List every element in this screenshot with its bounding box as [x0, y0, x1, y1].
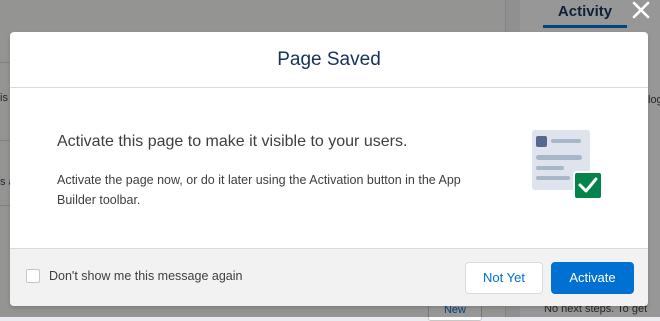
- not-yet-button[interactable]: Not Yet: [465, 262, 543, 294]
- modal-title: Page Saved: [277, 48, 381, 70]
- modal-footer: Don't show me this message again Not Yet…: [10, 248, 648, 306]
- modal-header: Page Saved: [10, 32, 648, 88]
- modal-heading: Activate this page to make it visible to…: [57, 133, 408, 150]
- page-saved-modal: Page Saved Activate this page to make it…: [10, 32, 648, 306]
- modal-description: Activate the page now, or do it later us…: [57, 173, 461, 207]
- dont-show-again-label[interactable]: Don't show me this message again: [49, 269, 242, 283]
- close-icon[interactable]: [628, 0, 654, 22]
- dont-show-again-checkbox[interactable]: [26, 269, 40, 283]
- modal-body: Activate this page to make it visible to…: [10, 88, 648, 248]
- activate-button[interactable]: Activate: [551, 262, 634, 294]
- page-activation-illustration: [530, 128, 604, 204]
